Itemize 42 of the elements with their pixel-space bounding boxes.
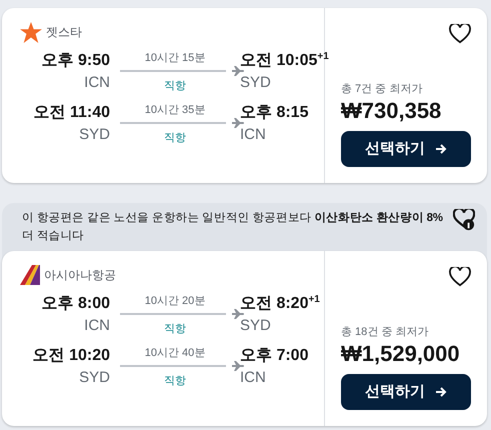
departure-time: 오후 8:00 — [40, 294, 110, 314]
select-button[interactable]: 선택하기 — [341, 131, 471, 167]
plane-icon — [232, 118, 244, 128]
flight-duration: 10시간 40분 — [144, 346, 206, 361]
heart-icon[interactable] — [449, 267, 471, 287]
airport-code: ICN — [83, 316, 110, 336]
airport-code: SYD — [240, 73, 272, 93]
stops-label: 직항 — [164, 79, 186, 94]
arrow-icon — [435, 143, 447, 155]
flight-duration: 10시간 20분 — [144, 294, 206, 309]
star-logo-icon — [20, 22, 42, 42]
airline-name: 아시아나항공 — [44, 267, 116, 284]
departure-time: 오후 9:50 — [40, 51, 110, 71]
plane-icon — [232, 66, 244, 76]
price: ₩1,529,000 — [341, 340, 461, 368]
arrival-time: 오후 8:15 — [240, 103, 310, 123]
price: ₩730,358 — [341, 97, 442, 125]
plane-icon — [232, 361, 244, 371]
flight-duration: 10시간 15분 — [144, 51, 206, 66]
heart-info-icon — [453, 209, 475, 231]
arrow-icon — [435, 386, 447, 398]
airport-code: SYD — [78, 125, 110, 145]
flight-duration: 10시간 35분 — [144, 103, 206, 118]
stops-label: 직항 — [164, 131, 186, 146]
airport-code: ICN — [83, 73, 110, 93]
airline-name: 젯스타 — [46, 24, 82, 41]
select-button[interactable]: 선택하기 — [341, 374, 471, 410]
price-note: 총 7건 중 최저가 — [341, 82, 424, 96]
airport-code: ICN — [240, 368, 267, 388]
stops-label: 직항 — [164, 374, 186, 389]
eco-message: 이 항공편은 같은 노선을 운항하는 일반적인 항공편보다 이산화탄소 환산량이 8% 더 적습니다 — [22, 211, 444, 244]
price-note: 총 18건 중 최저가 — [341, 324, 430, 340]
departure-time: 오전 11:40 — [32, 103, 110, 123]
airline-logo-icon — [20, 265, 40, 285]
plane-icon — [232, 309, 244, 319]
airport-code: SYD — [78, 368, 110, 388]
stops-label: 직항 — [164, 322, 186, 337]
departure-time: 오전 10:20 — [32, 346, 110, 366]
airport-code: SYD — [240, 316, 272, 336]
airport-code: ICN — [240, 125, 267, 145]
heart-icon[interactable] — [449, 24, 471, 44]
arrival-time: 오후 7:00 — [240, 346, 310, 366]
